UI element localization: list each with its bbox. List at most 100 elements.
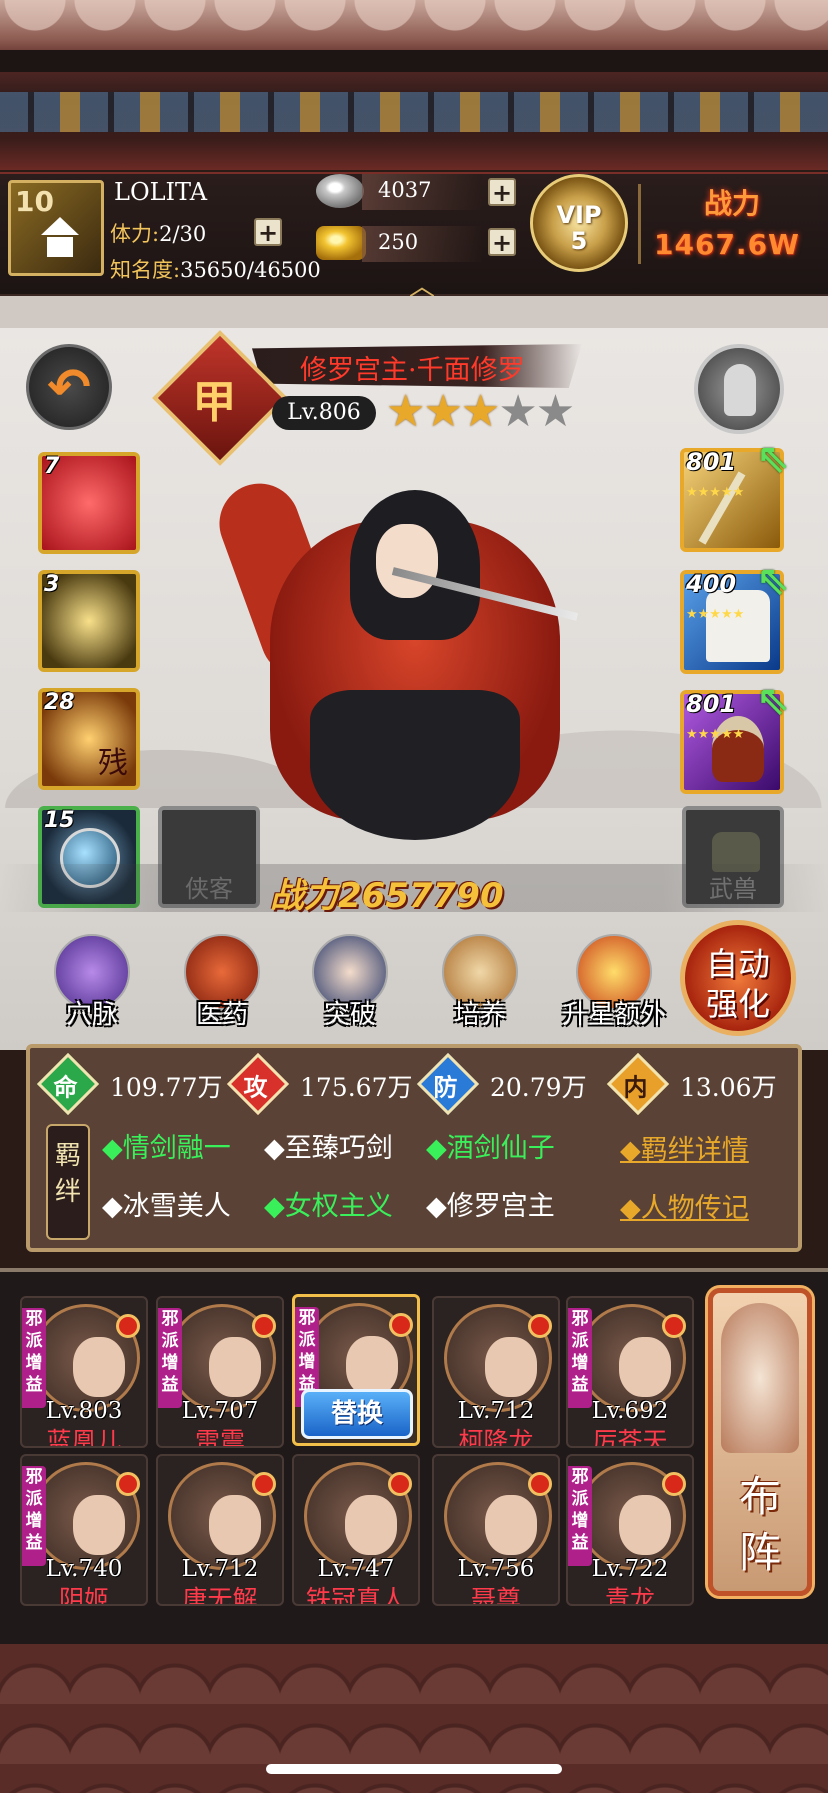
faction-bonus-char: 派	[571, 1331, 589, 1351]
lineup-card[interactable]: 邪派增益 Lv.707 雷震	[156, 1296, 284, 1448]
skill-count: 15	[44, 808, 75, 833]
card-level: Lv.722	[591, 1556, 669, 1582]
meridian-button[interactable]: 穴脉	[44, 934, 140, 1034]
upgrade-arrow-icon: ⇖	[756, 558, 790, 604]
lineup-card[interactable]: 邪派增益 Lv.740 阴姬	[20, 1454, 148, 1606]
faction-bonus-char: 益	[25, 1533, 43, 1553]
stat-key: 攻	[243, 1073, 268, 1102]
skill-count: 28	[44, 690, 75, 715]
add-stamina-button[interactable]: +	[254, 218, 282, 246]
auto-enhance-button[interactable]: 自动 强化	[680, 920, 796, 1036]
hero-avatar-face	[619, 1337, 671, 1397]
equipment-weapon[interactable]: 801 ★★★★★ ⇖	[680, 436, 790, 552]
gold-icon	[316, 226, 366, 260]
faction-bonus-char: 邪	[25, 1467, 43, 1487]
total-power-value: 1467.6W	[654, 228, 800, 261]
house-icon-base	[47, 237, 73, 257]
faction-bonus-char: 增	[298, 1352, 316, 1372]
formation-art	[721, 1303, 799, 1453]
function-label: 升星额外	[561, 1000, 666, 1030]
player-avatar[interactable]: 10	[8, 180, 104, 276]
faction-bonus-char: 派	[161, 1331, 179, 1351]
silver-value: 4037	[378, 178, 432, 202]
upgrade-arrow-icon: ⇖	[756, 436, 790, 482]
fame: 知名度:35650/46500	[110, 254, 321, 284]
faction-bonus-tag: 邪派增益	[158, 1308, 182, 1408]
breakthrough-button[interactable]: 突破	[302, 934, 398, 1034]
lineup-card[interactable]: 邪派增益 Lv.803 蓝凰儿	[20, 1296, 148, 1448]
bond-item: ◆修罗宫主	[426, 1191, 555, 1222]
train-button[interactable]: 培养	[432, 934, 528, 1034]
faction-bonus-tag: 邪派增益	[568, 1466, 592, 1566]
house-icon	[41, 217, 79, 235]
alert-dot-icon	[662, 1472, 686, 1496]
bond-item: ◆酒剑仙子	[426, 1133, 555, 1164]
card-level: Lv.712	[181, 1556, 259, 1582]
biography-link[interactable]: ◆人物传记	[620, 1186, 749, 1225]
roof-windows	[0, 92, 828, 132]
medicine-button[interactable]: 医药	[174, 934, 270, 1034]
card-level: Lv.707	[181, 1398, 259, 1424]
lineup-card[interactable]: Lv.712 柯降龙	[432, 1296, 560, 1448]
swap-button[interactable]: 替换	[301, 1389, 413, 1439]
faction-bonus-tag: 邪派增益	[22, 1308, 46, 1408]
equipment-armor[interactable]: 400 ★★★★★ ⇖	[680, 558, 790, 674]
faction-bonus-char: 增	[25, 1511, 43, 1531]
stamina: 体力:2/30	[110, 218, 206, 248]
equipment-level: 801	[686, 690, 737, 718]
card-level: Lv.712	[457, 1398, 535, 1424]
bond-item: ◆冰雪美人	[102, 1191, 231, 1222]
equipment-level: 801	[686, 448, 737, 476]
skill-slot-3[interactable]: 28 残	[38, 688, 140, 790]
vip-badge[interactable]: VIP 5	[530, 174, 628, 272]
auto-enhance-label-2: 强化	[705, 985, 770, 1023]
hero-avatar-face	[73, 1495, 125, 1555]
stat-key: 内	[623, 1073, 648, 1102]
add-silver-button[interactable]: +	[488, 178, 516, 206]
star-up-extra-button[interactable]: 升星额外	[562, 934, 666, 1034]
alert-dot-icon	[116, 1314, 140, 1338]
divider-strip	[0, 296, 828, 328]
faction-bonus-char: 益	[161, 1375, 179, 1395]
card-name: 雷震	[194, 1427, 245, 1448]
faction-bonus-char: 邪	[571, 1309, 589, 1329]
card-level: Lv.747	[317, 1556, 395, 1582]
lineup-card[interactable]: Lv.747 铁冠真人	[292, 1454, 420, 1606]
hero-profile-button[interactable]	[694, 344, 784, 434]
lineup-card[interactable]: Lv.712 唐无解	[156, 1454, 284, 1606]
stamina-value: 2/30	[159, 222, 207, 246]
equipment-stars: ★★★★★	[686, 485, 745, 500]
faction-bonus-char: 派	[25, 1331, 43, 1351]
chevron-up-icon[interactable]: ︿	[404, 266, 440, 302]
hero-level: Lv.806	[272, 396, 376, 430]
hero-stars: ★★★★★	[386, 386, 575, 437]
add-gold-button[interactable]: +	[488, 228, 516, 256]
equipment-accessory[interactable]: 801 ★★★★★ ⇖	[680, 678, 790, 794]
player-level: 10	[15, 185, 54, 218]
faction-bonus-char: 邪	[161, 1309, 179, 1329]
alert-dot-icon	[528, 1472, 552, 1496]
lineup-card[interactable]: 邪派增益 Lv.692 厉苍天	[566, 1296, 694, 1448]
formation-button[interactable]: 布 阵	[705, 1285, 815, 1599]
faction-bonus-char: 派	[571, 1489, 589, 1509]
bond-detail-link[interactable]: ◆羁绊详情	[620, 1128, 749, 1167]
skill-slot-1[interactable]: 7	[38, 452, 140, 554]
faction-bonus-char: 增	[161, 1353, 179, 1373]
total-power-label: 战力	[704, 187, 761, 220]
lineup-card-selected[interactable]: 邪派增益 替换	[292, 1294, 420, 1446]
function-label: 突破	[323, 1000, 376, 1030]
card-name: 蓝凰儿	[46, 1427, 122, 1448]
lineup-card[interactable]: Lv.756 聂尊	[432, 1454, 560, 1606]
card-name: 青龙	[604, 1585, 655, 1606]
card-name: 阴姬	[58, 1585, 109, 1606]
faction-bonus-char: 邪	[25, 1309, 43, 1329]
alert-dot-icon	[388, 1472, 412, 1496]
hero-portrait	[208, 440, 600, 860]
skill-slot-2[interactable]: 3	[38, 570, 140, 672]
roof-tiles	[0, 0, 828, 40]
upgrade-arrow-icon: ⇖	[756, 678, 790, 724]
home-indicator[interactable]	[266, 1764, 562, 1774]
back-button[interactable]: ↶	[26, 344, 112, 430]
faction-bonus-char: 益	[571, 1375, 589, 1395]
lineup-card[interactable]: 邪派增益 Lv.722 青龙	[566, 1454, 694, 1606]
